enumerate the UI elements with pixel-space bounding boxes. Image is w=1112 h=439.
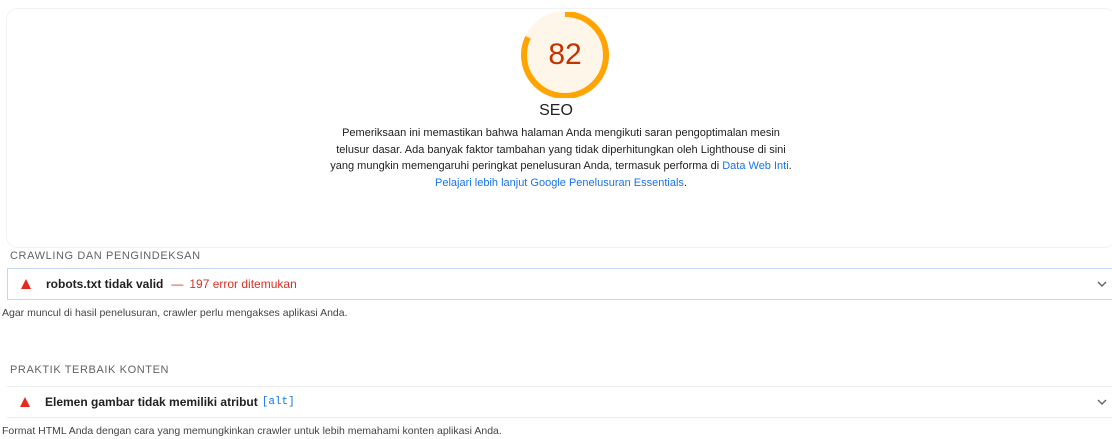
link-end: . — [683, 176, 687, 189]
audit-code: [alt] — [261, 396, 295, 408]
audit-display-value: 197 error ditemukan — [189, 277, 297, 291]
audit-description: Format HTML Anda dengan cara yang memung… — [2, 425, 502, 437]
section-header-content: PRAKTIK TERBAIK KONTEN — [10, 364, 170, 376]
fail-triangle-icon — [20, 397, 30, 407]
audit-description: Agar muncul di hasil penelusuran, crawle… — [2, 307, 348, 319]
chevron-down-icon[interactable] — [1096, 278, 1108, 290]
chevron-down-icon[interactable] — [1096, 396, 1108, 408]
category-description: Pemeriksaan ini memastikan bahwa halaman… — [326, 125, 796, 191]
score-gauge[interactable]: 82 — [509, 12, 621, 98]
score-value: 82 — [548, 38, 582, 71]
link-separator: . — [788, 160, 792, 172]
fail-triangle-icon — [21, 279, 31, 289]
audit-title: robots.txt tidak valid — [46, 277, 164, 291]
lighthouse-seo-report: 82 SEO Pemeriksaan ini memastikan bahwa … — [0, 0, 1112, 439]
audit-title: Elemen gambar tidak memiliki atribut — [45, 395, 258, 409]
core-web-vitals-link[interactable]: Data Web Inti — [722, 160, 788, 172]
section-header-crawling: CRAWLING DAN PENGINDEKSAN — [10, 250, 201, 262]
audit-separator: — — [171, 277, 184, 291]
learn-more-link[interactable]: Pelajari lebih lanjut Google Penelusuran… — [435, 177, 684, 189]
category-title: SEO — [539, 102, 573, 119]
category-description-text: Pemeriksaan ini memastikan bahwa halaman… — [330, 127, 786, 172]
audit-robots-txt[interactable]: robots.txt tidak valid — 197 error ditem… — [7, 268, 1112, 300]
audit-image-alt[interactable]: Elemen gambar tidak memiliki atribut [al… — [7, 386, 1112, 418]
